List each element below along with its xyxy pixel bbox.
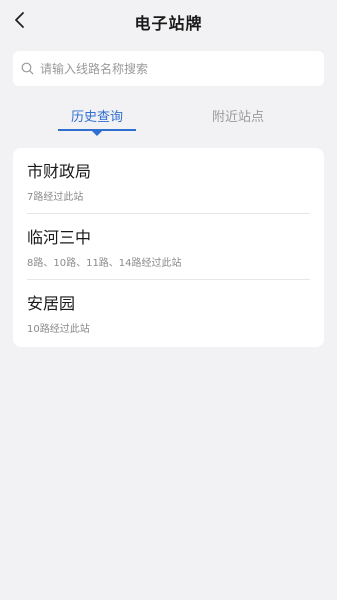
tab-bar: 历史查询 附近站点 bbox=[0, 100, 337, 136]
header-bar: 电子站牌 bbox=[0, 0, 337, 40]
active-tab-caret-icon bbox=[92, 131, 102, 136]
list-item[interactable]: 安居园 10路经过此站 bbox=[27, 280, 310, 346]
screen: 电子站牌 历史查询 附近站点 市财政局 7路经过此站 临河三中 8路、10路、1… bbox=[0, 0, 337, 600]
station-name: 市财政局 bbox=[27, 162, 92, 181]
page-title: 电子站牌 bbox=[134, 14, 203, 33]
list-item[interactable]: 临河三中 8路、10路、11路、14路经过此站 bbox=[27, 214, 310, 280]
search-icon bbox=[21, 62, 35, 76]
search-bar[interactable] bbox=[13, 51, 324, 86]
station-list: 市财政局 7路经过此站 临河三中 8路、10路、11路、14路经过此站 安居园 … bbox=[13, 148, 324, 347]
station-routes: 7路经过此站 bbox=[27, 192, 84, 203]
list-item[interactable]: 市财政局 7路经过此站 bbox=[27, 148, 310, 214]
station-name: 安居园 bbox=[27, 294, 76, 313]
station-routes: 8路、10路、11路、14路经过此站 bbox=[27, 258, 182, 269]
tab-nearby[interactable]: 附近站点 bbox=[212, 106, 264, 125]
station-name: 临河三中 bbox=[27, 228, 92, 247]
station-routes: 10路经过此站 bbox=[27, 324, 90, 335]
tab-history[interactable]: 历史查询 bbox=[71, 106, 123, 125]
search-input[interactable] bbox=[40, 61, 310, 76]
